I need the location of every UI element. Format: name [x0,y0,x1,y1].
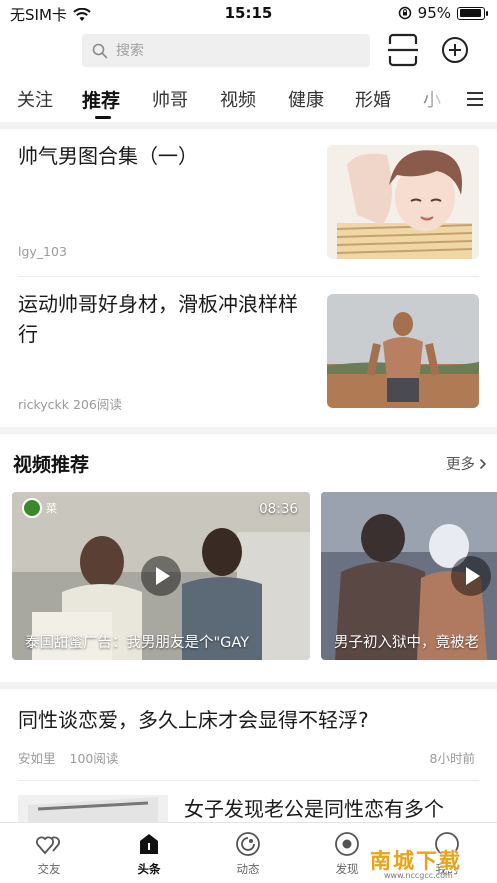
video-card[interactable]: 菜 08:36 泰国甜蜜广告：我男朋友是个"GAY [12,492,310,660]
article-item[interactable]: 运动帅哥好身材，滑板冲浪样样行 rickyckk 206阅读 [0,277,497,427]
video-card[interactable]: 男子初入狱中，竟被老 [321,492,497,660]
article-item[interactable]: 帅气男图合集（一） lgy_103 [0,129,497,277]
tab-recommend[interactable]: 推荐 [82,86,120,113]
menu-icon[interactable] [466,90,484,108]
channel-badge: 菜 [22,498,57,518]
tab-health[interactable]: 健康 [288,86,324,112]
video-caption: 男子初入狱中，竟被老 [334,635,479,651]
search-row [0,30,497,72]
channel-logo-icon [22,498,42,518]
article-thumbnail[interactable] [18,795,168,822]
article-title[interactable]: 帅气男图合集（一） [18,141,313,171]
divider [0,122,497,129]
more-button[interactable]: 更多 [446,453,487,474]
tab-marriage[interactable]: 形婚 [355,86,391,112]
active-tab-indicator [95,116,111,119]
thumbnail-image [28,797,158,822]
search-icon [92,43,108,58]
more-label: 更多 [446,457,475,473]
article-reads: 100阅读 [69,751,119,766]
nav-headlines[interactable]: 头条 [119,831,179,877]
article-title[interactable]: 女子发现老公是同性恋有多个 [184,794,484,822]
nav-label: 头条 [137,862,161,876]
add-icon[interactable] [441,36,469,64]
article-meta: lgy_103 [18,244,67,259]
article-meta: 安如里 100阅读 [18,748,118,767]
status-right: 95% [398,4,488,22]
status-bar: 无SIM卡 15:15 95% [0,0,497,28]
video-duration: 08:36 [259,501,298,517]
play-icon[interactable] [141,556,181,596]
article-meta: rickyckk 206阅读 [18,397,122,412]
hearts-icon [36,836,60,855]
battery-percent: 95% [417,4,451,22]
watermark: 南城下载 www.nccgcc.com [370,845,492,883]
nav-label: 发现 [335,862,359,876]
battery-icon [457,6,488,20]
article-thumbnail[interactable] [327,145,479,259]
nav-label: 动态 [236,862,260,876]
chevron-right-icon [479,458,487,469]
battery-fill [459,9,482,17]
category-tabs: 关注 推荐 帅哥 视频 健康 形婚 小 [0,82,497,122]
tabs-fade [410,82,460,122]
channel-label: 菜 [46,502,57,515]
moments-icon [236,832,260,856]
rotation-lock-icon [398,6,411,20]
tab-follow[interactable]: 关注 [17,86,53,112]
article-author: 安如里 [18,751,56,766]
watermark-url: www.nccgcc.com [384,871,453,880]
discover-icon [335,832,359,856]
article-title[interactable]: 运动帅哥好身材，滑板冲浪样样行 [18,289,313,349]
nav-moments[interactable]: 动态 [218,831,278,877]
illustration-image [327,145,479,259]
headlines-icon [140,834,158,854]
video-section-title: 视频推荐 [13,454,90,476]
nav-dating[interactable]: 交友 [19,831,79,877]
article-item[interactable]: 同性谈恋爱，多久上床才会显得不轻浮? 安如里 100阅读 8小时前 [0,689,497,781]
search-input[interactable] [116,42,336,59]
nav-discover[interactable]: 发现 [317,831,377,877]
article-time: 8小时前 [429,751,475,766]
article-thumbnail[interactable] [327,294,479,408]
divider [0,682,497,689]
tab-handsome[interactable]: 帅哥 [152,86,188,112]
article-title[interactable]: 同性谈恋爱，多久上床才会显得不轻浮? [18,705,488,735]
article-item[interactable]: 女子发现老公是同性恋有多个 [0,781,497,822]
scan-icon[interactable] [388,33,418,67]
play-icon[interactable] [451,556,491,596]
video-caption: 泰国甜蜜广告：我男朋友是个"GAY [25,635,250,651]
nav-label: 交友 [37,862,61,876]
search-box[interactable] [82,34,370,67]
divider [0,427,497,434]
tab-video[interactable]: 视频 [220,86,256,112]
photo-image [327,294,479,408]
